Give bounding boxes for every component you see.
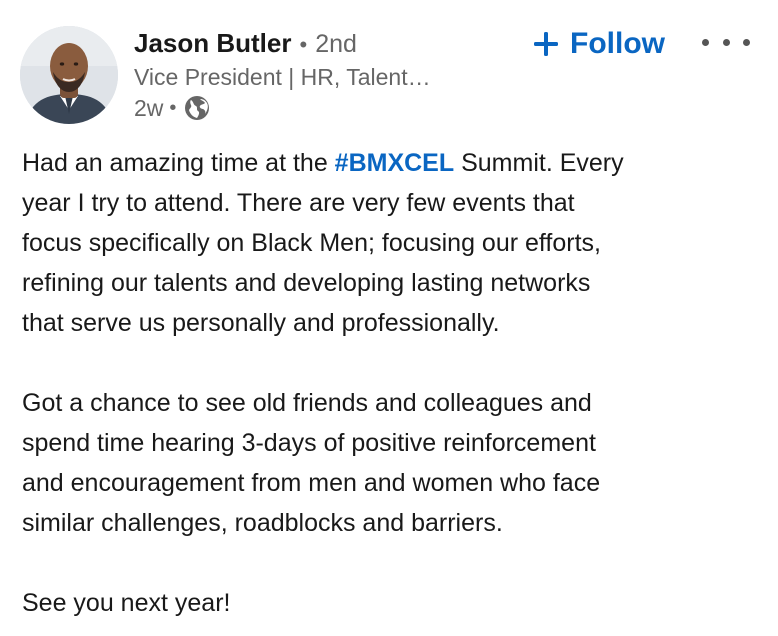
- post-line: spend time hearing 3-days of positive re…: [22, 429, 596, 457]
- post-time[interactable]: 2w: [134, 95, 163, 122]
- post-line: Got a chance to see old friends and coll…: [22, 389, 592, 417]
- meta-separator: •: [169, 96, 177, 119]
- author-name[interactable]: Jason Butler: [134, 28, 292, 59]
- feed-post: Jason Butler • 2nd Vice President | HR, …: [0, 0, 778, 636]
- plus-icon: [532, 30, 560, 58]
- ellipsis-icon[interactable]: [702, 30, 750, 54]
- post-meta: 2w •: [134, 94, 211, 122]
- post-paragraph: Got a chance to see old friends and coll…: [22, 383, 762, 543]
- globe-icon: [183, 94, 211, 122]
- follow-button[interactable]: Follow: [532, 22, 665, 66]
- post-line: refining our talents and developing last…: [22, 269, 591, 297]
- profile-photo: [20, 26, 118, 124]
- author-name-row: Jason Butler • 2nd: [134, 28, 357, 59]
- post-line: and encouragement from men and women who…: [22, 469, 601, 497]
- more-dot: [702, 38, 709, 46]
- post-paragraph: See you next year!: [22, 583, 762, 623]
- more-dot: [722, 38, 730, 46]
- post-line: Had an amazing time at the #BMXCEL Summi…: [22, 149, 624, 177]
- post-line: See you next year!: [22, 589, 231, 617]
- more-dot: [743, 38, 750, 46]
- author-avatar[interactable]: [20, 26, 118, 124]
- hashtag-link[interactable]: #BMXCEL: [335, 149, 454, 177]
- post-line: that serve us personally and professiona…: [22, 309, 500, 337]
- follow-label: Follow: [570, 27, 665, 60]
- post-paragraph: Had an amazing time at the #BMXCEL Summi…: [22, 143, 762, 343]
- post-text: Had an amazing time at the #BMXCEL Summi…: [22, 143, 762, 623]
- connection-degree: 2nd: [315, 30, 357, 58]
- author-headline[interactable]: Vice President | HR, Talent…: [134, 64, 431, 91]
- post-line: focus specifically on Black Men; focusin…: [22, 229, 601, 257]
- connection-separator: •: [299, 32, 308, 57]
- post-line: similar challenges, roadblocks and barri…: [22, 509, 503, 537]
- post-line: year I try to attend. There are very few…: [22, 189, 575, 217]
